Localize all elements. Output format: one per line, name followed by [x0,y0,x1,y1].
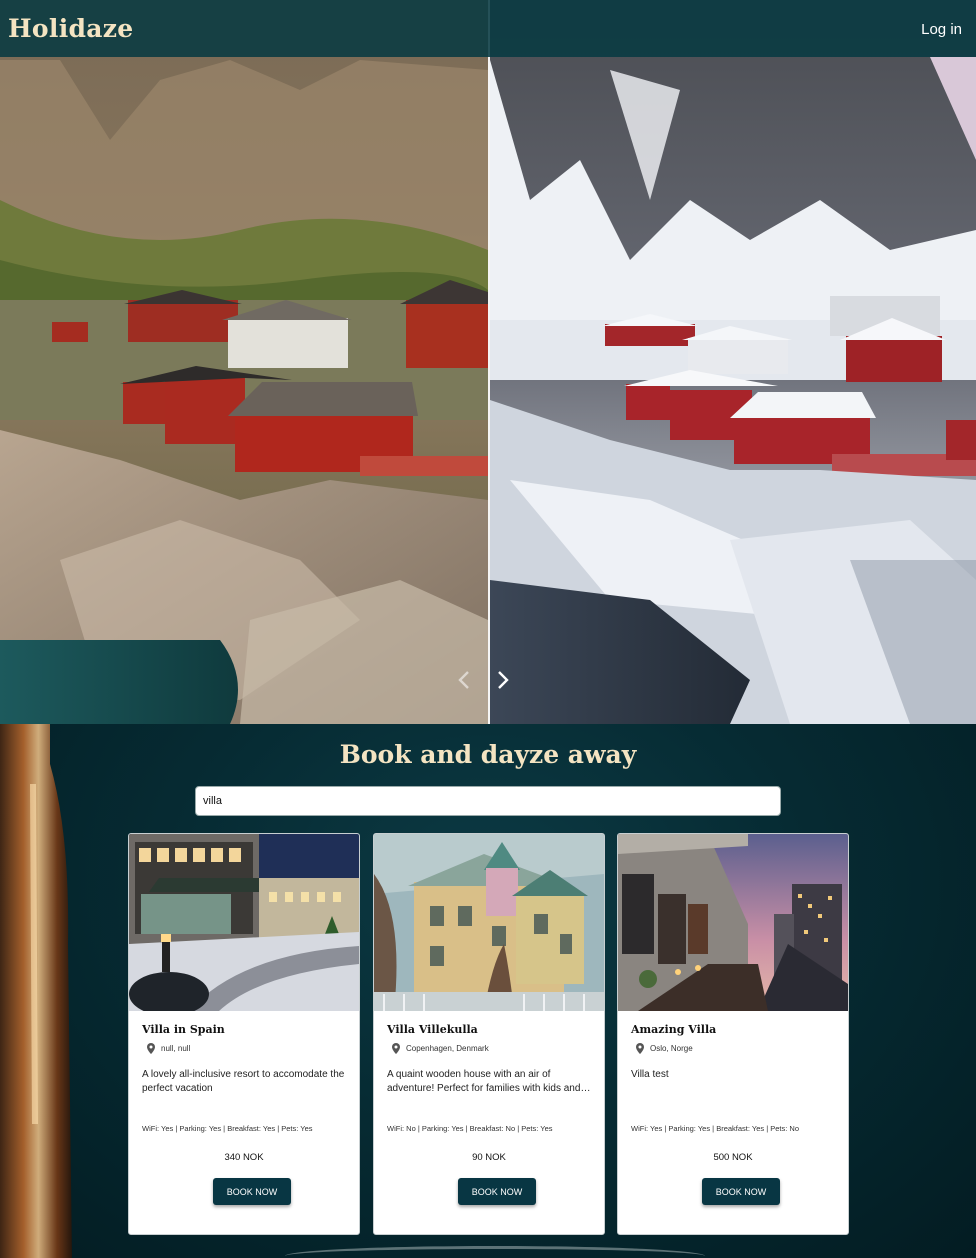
search-input[interactable] [195,786,781,816]
venue-description: A lovely all-inclusive resort to accomod… [142,1069,345,1094]
hero-image-summer [0,0,488,724]
venue-location: Copenhagen, Denmark [392,1043,489,1054]
venue-image[interactable] [618,834,848,1011]
login-link[interactable]: Log in [921,21,962,38]
venue-image[interactable] [374,834,604,1011]
booking-section: Book and dayze away villa Villa in Spain… [0,724,976,1258]
venue-location: Oslo, Norge [636,1043,693,1054]
book-now-button[interactable]: BOOK NOW [702,1178,780,1205]
venue-amenities: WiFi: Yes | Parking: Yes | Breakfast: Ye… [142,1124,313,1133]
carousel-prev-button[interactable] [452,666,476,694]
hero-carousel [0,0,976,724]
location-pin-icon [392,1043,400,1054]
section-title: Book and dayze away [339,740,637,769]
venue-price: 500 NOK [713,1152,753,1163]
venue-name: Villa Villekulla [387,1023,478,1036]
book-now-button[interactable]: BOOK NOW [213,1178,291,1205]
chevron-right-icon [498,671,509,689]
venue-price: 340 NOK [224,1152,264,1163]
venue-card[interactable]: Amazing Villa Oslo, Norge Villa test WiF… [617,833,849,1235]
chevron-left-icon [458,671,469,689]
venue-description: Villa test [631,1069,669,1080]
site-header: Holidaze Log in [0,0,976,57]
venue-location-text: Copenhagen, Denmark [406,1044,489,1053]
site-logo[interactable]: Holidaze [8,14,133,43]
venue-location-text: null, null [161,1044,191,1053]
decorative-bottle-image [0,724,72,1258]
venue-image[interactable] [129,834,359,1011]
venue-name: Villa in Spain [142,1023,225,1036]
venue-price: 90 NOK [472,1152,506,1163]
venue-card[interactable]: Villa Villekulla Copenhagen, Denmark A q… [373,833,605,1235]
venue-amenities: WiFi: Yes | Parking: Yes | Breakfast: Ye… [631,1124,800,1133]
venue-amenities: WiFi: No | Parking: Yes | Breakfast: No … [387,1124,553,1133]
location-pin-icon [147,1043,155,1054]
venue-location: null, null [147,1043,190,1054]
venue-location-text: Oslo, Norge [650,1044,693,1053]
venue-card[interactable]: Villa in Spain null, null A lovely all-i… [128,833,360,1235]
book-now-button[interactable]: BOOK NOW [458,1178,536,1205]
venue-name: Amazing Villa [631,1023,717,1036]
location-pin-icon [636,1043,644,1054]
venue-card-list: Villa in Spain null, null A lovely all-i… [128,833,849,1235]
hero-image-winter [490,0,976,724]
decorative-glass [285,1246,705,1258]
carousel-next-button[interactable] [491,666,515,694]
venue-description: A quaint wooden house with an air of adv… [387,1069,581,1094]
